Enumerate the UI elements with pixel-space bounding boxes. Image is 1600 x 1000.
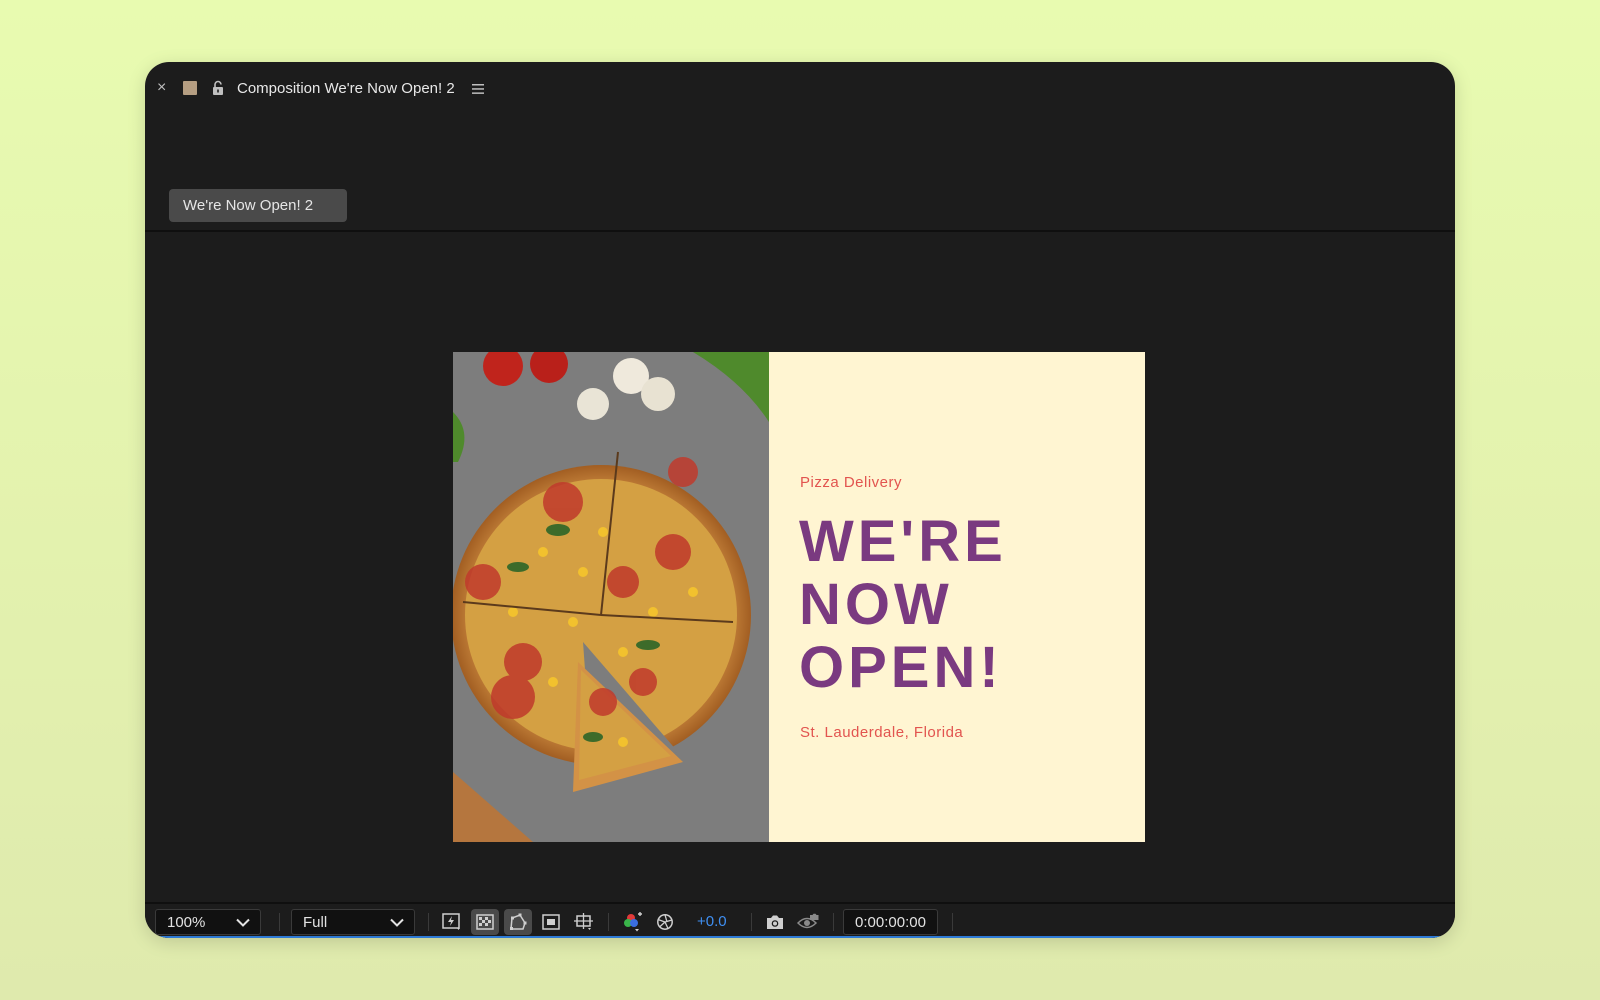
resolution-value: Full (303, 913, 328, 931)
show-snapshot-icon[interactable] (794, 909, 822, 935)
region-of-interest-icon[interactable] (537, 909, 565, 935)
announcement-card: Pizza Delivery WE'RE NOW OPEN! St. Laude… (769, 352, 1145, 842)
label-color-swatch[interactable] (183, 81, 197, 95)
guides-icon[interactable] (570, 909, 598, 935)
toolbar-divider (279, 913, 280, 931)
unlock-icon[interactable] (211, 80, 225, 96)
eyebrow-text: Pizza Delivery (800, 474, 903, 491)
toolbar-divider (952, 913, 953, 931)
snapshot-icon[interactable] (761, 909, 789, 935)
reset-exposure-icon[interactable] (651, 909, 679, 935)
pizza-photo (453, 352, 769, 842)
headline-text: WE'RE NOW OPEN! (799, 509, 1007, 700)
tab-composition[interactable]: We're Now Open! 2 (169, 189, 347, 222)
composition-frame: Pizza Delivery WE'RE NOW OPEN! St. Laude… (453, 352, 1145, 842)
composition-viewer[interactable]: Pizza Delivery WE'RE NOW OPEN! St. Laude… (145, 234, 1455, 902)
composition-panel: × Composition We're Now Open! 2 We're No… (145, 62, 1455, 938)
close-panel-icon[interactable]: × (157, 80, 169, 96)
chevron-down-icon (390, 918, 404, 927)
location-text: St. Lauderdale, Florida (800, 724, 964, 741)
toolbar-divider (833, 913, 834, 931)
current-time-display[interactable]: 0:00:00:00 (843, 909, 938, 935)
resolution-dropdown[interactable]: Full (291, 909, 415, 935)
mask-path-icon[interactable] (504, 909, 532, 935)
pizza-illustration (453, 352, 769, 842)
composition-tab-bar: We're Now Open! 2 (145, 114, 1455, 232)
panel-title: Composition We're Now Open! 2 (237, 79, 455, 97)
viewer-toolbar: 100% Full +0.0 0:00:00:00 (145, 902, 1455, 938)
zoom-dropdown[interactable]: 100% (155, 909, 261, 935)
transparency-grid-icon[interactable] (471, 909, 499, 935)
toolbar-divider (608, 913, 609, 931)
exposure-value[interactable]: +0.0 (697, 913, 727, 930)
fast-previews-icon[interactable] (438, 909, 466, 935)
panel-header: × Composition We're Now Open! 2 (145, 62, 1455, 114)
toolbar-divider (751, 913, 752, 931)
panel-menu-icon[interactable] (471, 82, 485, 94)
chevron-down-icon (236, 918, 250, 927)
zoom-value: 100% (167, 913, 206, 931)
toolbar-divider (428, 913, 429, 931)
color-channels-icon[interactable] (619, 909, 647, 935)
